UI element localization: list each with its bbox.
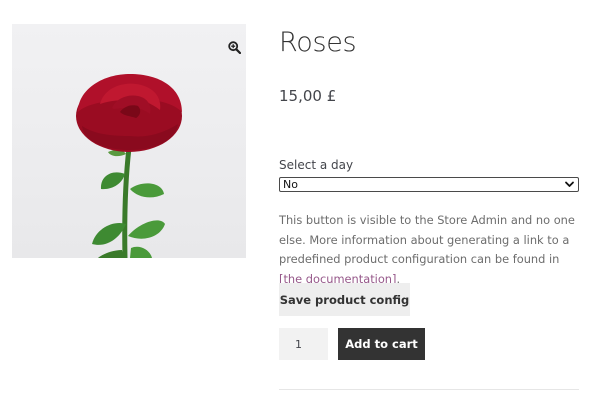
admin-notice: This button is visible to the Store Admi… xyxy=(279,211,581,289)
quantity-input[interactable]: 1 xyxy=(279,328,328,360)
divider xyxy=(279,389,579,390)
product-price: 15,00 £ xyxy=(279,87,337,105)
magnifier-plus-icon xyxy=(227,40,241,54)
day-select-label: Select a day xyxy=(279,158,354,172)
rose-image xyxy=(76,74,182,258)
add-to-cart-button[interactable]: Add to cart xyxy=(338,328,425,360)
day-select[interactable]: No xyxy=(279,177,579,192)
save-product-config-button[interactable]: Save product config xyxy=(279,283,410,316)
product-title: Roses xyxy=(279,27,357,58)
admin-notice-text: This button is visible to the Store Admi… xyxy=(279,213,575,266)
chevron-down-icon xyxy=(565,181,574,187)
product-image[interactable] xyxy=(12,24,246,258)
day-select-value: No xyxy=(283,178,298,191)
zoom-button[interactable] xyxy=(225,38,243,56)
